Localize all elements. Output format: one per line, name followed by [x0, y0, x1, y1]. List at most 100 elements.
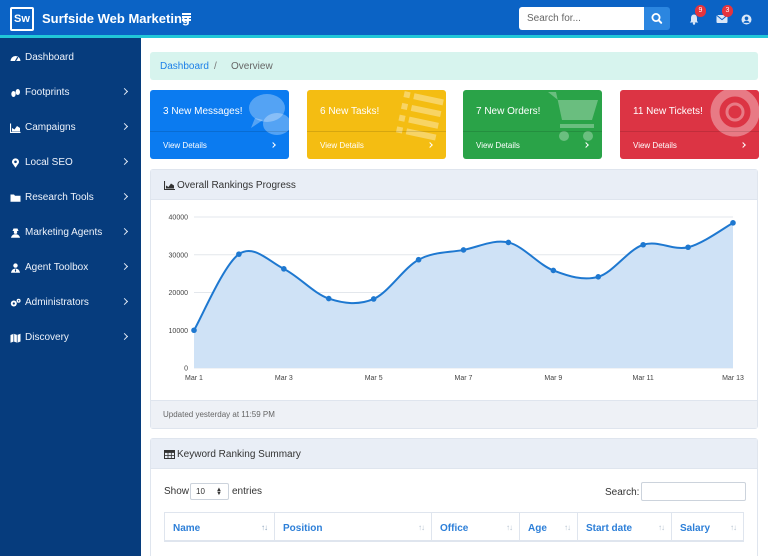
sidebar-item-agent-toolbox[interactable]: Agent Toolbox [0, 250, 141, 285]
data-point [640, 241, 646, 248]
column-label: Name [173, 523, 201, 534]
area-fill [194, 222, 733, 368]
panel-header: Keyword Ranking Summary [151, 439, 757, 469]
card-link-label: View Details [163, 141, 207, 150]
user-menu-button[interactable] [741, 14, 752, 28]
entries-select[interactable]: 10 ▲ ▼ [190, 483, 229, 500]
chevron-right-icon [120, 192, 129, 201]
chevron-right-icon [583, 142, 589, 148]
app-title[interactable]: Surfside Web Marketing [42, 11, 190, 26]
column-label: Salary [680, 523, 711, 534]
sidebar: Dashboard Footprints Campaigns Local SEO… [0, 38, 141, 556]
column-header-office[interactable]: Office ↑↓ [431, 512, 520, 542]
column-header-start-date[interactable]: Start date ↑↓ [577, 512, 672, 542]
sort-icon: ↑↓ [564, 523, 571, 532]
column-label: Age [528, 523, 547, 534]
tachometer-icon [10, 56, 21, 62]
sidebar-item-research-tools[interactable]: Research Tools [0, 180, 141, 215]
search-icon [651, 13, 663, 24]
cogs-icon [10, 298, 21, 307]
main-content: Dashboard / Overview 3 New Messages! Vie… [141, 38, 768, 556]
sidebar-item-label: Footprints [25, 87, 70, 98]
panel-title: Overall Rankings Progress [177, 180, 296, 191]
breadcrumb-current: Overview [231, 61, 273, 72]
sidebar-item-label: Discovery [25, 332, 69, 343]
sidebar-item-label: Dashboard [25, 52, 74, 63]
logo-text: Sw [12, 9, 32, 29]
alerts-badge: 9 [695, 5, 706, 17]
entries-label: entries [232, 486, 263, 497]
search-input[interactable] [519, 7, 644, 30]
sidebar-item-label: Administrators [25, 297, 89, 308]
view-details-link[interactable]: View Details [150, 131, 289, 159]
data-point [595, 273, 602, 280]
sidebar-item-marketing-agents[interactable]: Marketing Agents [0, 215, 141, 250]
view-details-link[interactable]: View Details [463, 131, 602, 159]
column-label: Office [440, 523, 469, 534]
sidebar-item-label: Local SEO [25, 157, 73, 168]
x-tick-label: Mar 13 [722, 375, 744, 382]
data-point [685, 244, 691, 251]
user-circle-icon [741, 14, 752, 25]
breadcrumb-link-dashboard[interactable]: Dashboard [160, 61, 209, 72]
search-button[interactable] [644, 7, 670, 30]
sidebar-item-administrators[interactable]: Administrators [0, 285, 141, 320]
sidebar-item-discovery[interactable]: Discovery [0, 320, 141, 355]
y-tick-label: 30000 [169, 252, 189, 259]
top-navbar: Sw Surfside Web Marketing 9 3 [0, 0, 768, 38]
search-label: Search: [605, 487, 640, 498]
sidebar-item-dashboard[interactable]: Dashboard [0, 40, 141, 75]
sidebar-item-local-seo[interactable]: Local SEO [0, 145, 141, 180]
x-tick-label: Mar 5 [365, 375, 383, 382]
sidebar-item-campaigns[interactable]: Campaigns [0, 110, 141, 145]
y-tick-label: 10000 [169, 328, 189, 335]
chevron-right-icon [427, 142, 433, 148]
sort-icon: ↑↓ [730, 523, 737, 532]
sidebar-item-label: Campaigns [25, 122, 76, 133]
table-search-input[interactable] [641, 482, 746, 501]
breadcrumb-separator: / [214, 61, 217, 72]
column-header-salary[interactable]: Salary ↑↓ [671, 512, 744, 542]
folder-icon [10, 194, 21, 202]
x-tick-label: Mar 1 [185, 375, 203, 382]
rankings-area-chart: 0 10000 20000 30000 40000 Mar 1 Mar 3 Mar 5 Mar … [169, 215, 744, 383]
card-title: 3 New Messages! [163, 106, 243, 117]
column-header-age[interactable]: Age ↑↓ [519, 512, 578, 542]
menu-toggle-icon[interactable] [182, 13, 191, 21]
data-point [460, 247, 467, 253]
view-details-link[interactable]: View Details [620, 131, 759, 159]
breadcrumb: Dashboard / Overview [150, 52, 758, 80]
sort-icon: ↑↓ [261, 523, 268, 532]
data-point [325, 295, 332, 302]
chevron-right-icon [120, 332, 129, 341]
chevron-right-icon [120, 87, 129, 96]
panel-title: Keyword Ranking Summary [177, 449, 301, 460]
panel-header: Overall Rankings Progress [151, 170, 757, 200]
orders-card: 7 New Orders! View Details [463, 90, 602, 159]
sidebar-item-label: Marketing Agents [25, 227, 103, 238]
show-label: Show [164, 486, 190, 497]
brand-logo[interactable]: Sw [10, 7, 34, 31]
map-icon [10, 333, 21, 343]
tickets-card: 11 New Tickets! View Details [620, 90, 759, 159]
last-updated-text: Updated yesterday at 11:59 PM [163, 410, 275, 419]
messages-card: 3 New Messages! View Details [150, 90, 289, 159]
rankings-panel: Overall Rankings Progress 0 10000 20000 300… [150, 169, 758, 429]
view-details-link[interactable]: View Details [307, 131, 446, 159]
panel-footer: Updated yesterday at 11:59 PM [151, 400, 757, 428]
column-header-name[interactable]: Name ↑↓ [164, 512, 275, 542]
messages-badge: 3 [722, 5, 733, 17]
map-marker-icon [12, 158, 19, 168]
y-tick-label: 40000 [169, 215, 189, 222]
caret-updown-icon: ▲ ▼ [216, 487, 222, 497]
data-point [730, 220, 736, 226]
sidebar-item-footprints[interactable]: Footprints [0, 75, 141, 110]
data-point [370, 296, 377, 302]
data-point [505, 239, 512, 246]
sidebar-item-label: Research Tools [25, 192, 94, 203]
y-tick-label: 20000 [169, 290, 189, 297]
column-header-position[interactable]: Position ↑↓ [274, 512, 432, 542]
card-link-label: View Details [320, 141, 364, 150]
column-label: Start date [586, 523, 633, 534]
keyword-panel: Keyword Ranking Summary Show 10 ▲ ▼ entri… [150, 438, 758, 556]
